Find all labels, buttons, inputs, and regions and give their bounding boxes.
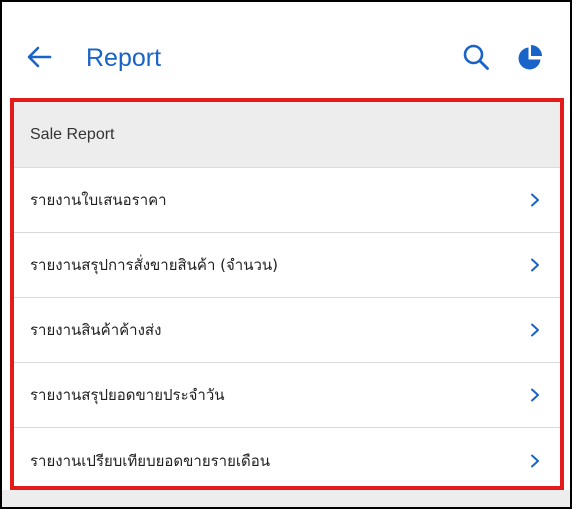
chevron-right-icon (531, 454, 539, 467)
list-item-label: รายงานใบเสนอราคา (30, 191, 167, 209)
list-item-label: รายงานสรุปยอดขายประจำวัน (30, 386, 225, 404)
section-header-sale-report: Sale Report (14, 102, 560, 168)
list-item-label: รายงานสินค้าค้างส่ง (30, 321, 162, 339)
sale-report-list: Sale Report รายงานใบเสนอราคา รายงานสรุปก… (10, 98, 564, 490)
next-section-header (2, 490, 570, 507)
pie-chart-icon[interactable] (516, 44, 544, 72)
top-app-bar: Report (2, 2, 570, 98)
app-frame: Report Sale Report รายงานใบเสนอราคา รายง… (0, 0, 572, 509)
list-item-label: รายงานสรุปการสั่งขายสินค้า (จำนวน) (30, 256, 278, 274)
list-item-sales-order-summary-report[interactable]: รายงานสรุปการสั่งขายสินค้า (จำนวน) (14, 233, 560, 298)
search-icon[interactable] (462, 43, 490, 71)
chevron-right-icon (531, 193, 539, 207)
list-item-quotation-report[interactable]: รายงานใบเสนอราคา (14, 168, 560, 233)
chevron-right-icon (531, 388, 539, 402)
list-item-daily-sales-summary-report[interactable]: รายงานสรุปยอดขายประจำวัน (14, 363, 560, 428)
back-arrow-icon[interactable] (26, 46, 52, 68)
page-title: Report (86, 44, 162, 72)
list-item-monthly-sales-comparison-report[interactable]: รายงานเปรียบเทียบยอดขายรายเดือน (14, 428, 560, 493)
list-item-backorder-report[interactable]: รายงานสินค้าค้างส่ง (14, 298, 560, 363)
list-item-label: รายงานเปรียบเทียบยอดขายรายเดือน (30, 451, 271, 470)
chevron-right-icon (531, 258, 539, 272)
chevron-right-icon (531, 323, 539, 337)
